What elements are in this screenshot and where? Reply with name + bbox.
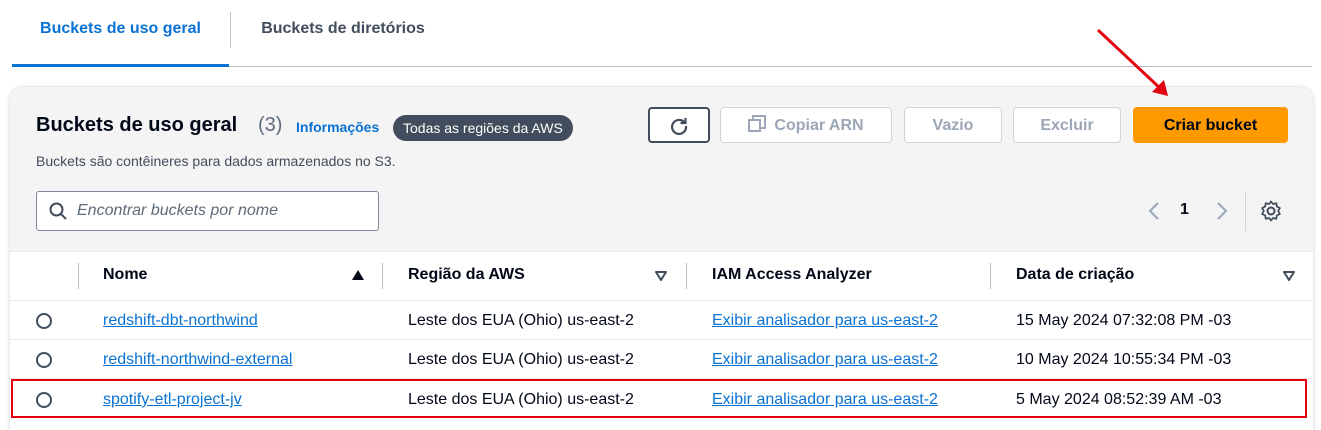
table-header-panel: Buckets de uso geral (3) Informações Tod… bbox=[10, 87, 1313, 252]
tab-divider bbox=[230, 12, 231, 48]
search-input[interactable] bbox=[77, 192, 367, 230]
row-select-radio[interactable] bbox=[36, 352, 52, 368]
refresh-icon bbox=[670, 118, 688, 135]
column-divider bbox=[686, 263, 687, 289]
column-header-created[interactable]: Data de criação bbox=[1016, 251, 1134, 299]
delete-button[interactable]: Excluir bbox=[1013, 107, 1121, 143]
row-select-radio[interactable] bbox=[36, 313, 52, 329]
table-row[interactable]: redshift-dbt-northwind Leste dos EUA (Oh… bbox=[10, 300, 1313, 340]
tab-general-purpose-buckets[interactable]: Buckets de uso geral bbox=[12, 0, 229, 67]
highlight-box bbox=[11, 379, 1307, 418]
copy-icon bbox=[748, 115, 767, 132]
column-header-iam-analyzer: IAM Access Analyzer bbox=[712, 266, 872, 283]
sort-caret-down-icon[interactable] bbox=[655, 271, 667, 281]
sort-caret-down-icon[interactable] bbox=[1283, 271, 1295, 281]
creation-date: 10 May 2024 10:55:34 PM -03 bbox=[1016, 351, 1232, 368]
current-page-number[interactable]: 1 bbox=[1180, 201, 1189, 219]
tab-directory-buckets[interactable]: Buckets de diretórios bbox=[238, 0, 448, 64]
info-link[interactable]: Informações bbox=[296, 119, 379, 135]
sort-ascending-icon[interactable] bbox=[352, 270, 364, 280]
refresh-button[interactable] bbox=[648, 107, 710, 143]
column-divider bbox=[382, 263, 383, 289]
pagination-divider bbox=[1245, 191, 1246, 231]
bucket-name-link[interactable]: redshift-dbt-northwind bbox=[103, 311, 258, 331]
creation-date: 15 May 2024 07:32:08 PM -03 bbox=[1016, 312, 1232, 329]
table-row[interactable]: redshift-northwind-external Leste dos EU… bbox=[10, 339, 1313, 379]
search-icon bbox=[49, 202, 67, 220]
empty-button[interactable]: Vazio bbox=[904, 107, 1002, 143]
annotation-arrow-icon bbox=[1096, 28, 1168, 96]
column-divider bbox=[990, 263, 991, 289]
chevron-left-icon[interactable] bbox=[1146, 201, 1162, 221]
copy-arn-label: Copiar ARN bbox=[774, 117, 864, 134]
chevron-right-icon[interactable] bbox=[1214, 201, 1230, 221]
bucket-region: Leste dos EUA (Ohio) us-east-2 bbox=[408, 351, 634, 368]
region-badge: Todas as regiões da AWS bbox=[393, 115, 573, 141]
iam-analyzer-link[interactable]: Exibir analisador para us-east-2 bbox=[712, 350, 938, 370]
column-header-name[interactable]: Nome bbox=[103, 251, 147, 299]
page-title: Buckets de uso geral bbox=[36, 114, 238, 136]
column-divider bbox=[78, 263, 79, 289]
bucket-count: (3) bbox=[258, 114, 283, 136]
bucket-region: Leste dos EUA (Ohio) us-east-2 bbox=[408, 312, 634, 329]
page-description: Buckets são contêineres para dados armaz… bbox=[36, 153, 396, 169]
create-bucket-button[interactable]: Criar bucket bbox=[1133, 107, 1288, 143]
search-field[interactable] bbox=[36, 191, 379, 231]
bucket-name-link[interactable]: redshift-northwind-external bbox=[103, 350, 292, 370]
copy-arn-button[interactable]: Copiar ARN bbox=[720, 107, 892, 143]
column-header-region[interactable]: Região da AWS bbox=[408, 251, 525, 299]
gear-icon[interactable] bbox=[1260, 200, 1282, 222]
iam-analyzer-link[interactable]: Exibir analisador para us-east-2 bbox=[712, 311, 938, 331]
